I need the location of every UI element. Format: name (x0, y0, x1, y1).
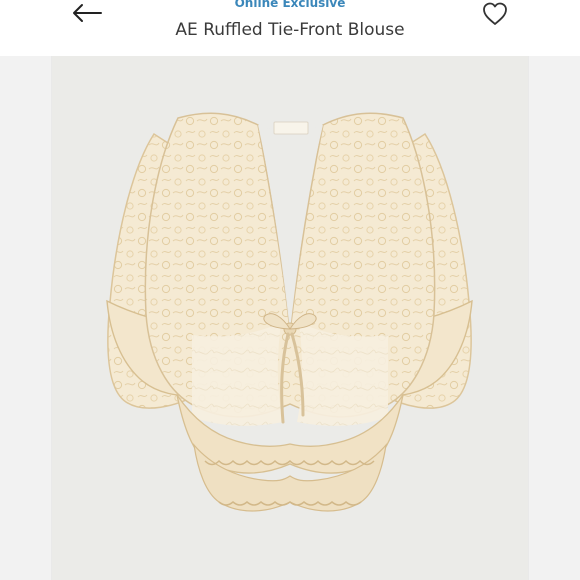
inner-label (273, 121, 309, 135)
screen: Online Exclusive AE Ruffled Tie-Front Bl… (0, 0, 580, 580)
heart-outline-icon (483, 2, 507, 25)
product-image (52, 56, 528, 580)
product-image-area (52, 56, 528, 580)
left-sheer-panel (192, 322, 283, 426)
right-sheer-panel (297, 322, 388, 426)
favorite-button[interactable] (481, 0, 509, 28)
top-bar: Online Exclusive AE Ruffled Tie-Front Bl… (0, 0, 580, 56)
back-button[interactable] (70, 1, 104, 25)
arrow-left-icon (73, 4, 102, 22)
